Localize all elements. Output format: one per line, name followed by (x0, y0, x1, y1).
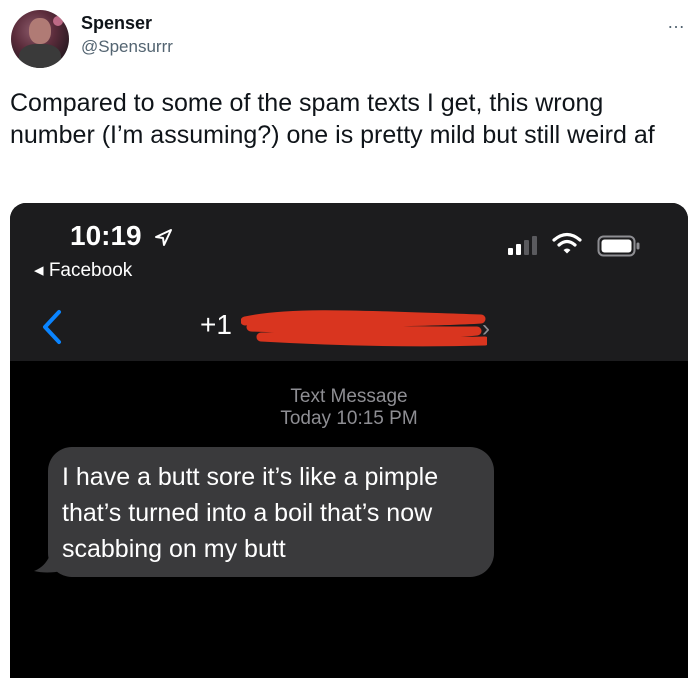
redaction-scribble (241, 310, 487, 347)
more-icon[interactable]: … (667, 12, 686, 33)
cellular-signal-icon (508, 233, 540, 255)
message-type: Text Message (290, 386, 408, 407)
message-text: I have a butt sore it’s like a pimple th… (62, 463, 439, 563)
location-arrow-icon (155, 228, 173, 246)
avatar[interactable] (11, 10, 69, 68)
user-handle[interactable]: @Spensurrr (81, 37, 173, 57)
back-to-facebook[interactable]: ◂ Facebook (34, 259, 132, 282)
wifi-icon (552, 232, 582, 254)
message-timestamp: Today 10:15 PM (280, 408, 418, 429)
imessage-navbar: 10:19 ◂ Facebook +1 › (10, 203, 688, 361)
display-name[interactable]: Spenser (81, 13, 152, 34)
status-time-group: 10:19 (70, 220, 173, 252)
attached-screenshot[interactable]: 10:19 ◂ Facebook +1 › Text Message Today… (10, 203, 688, 678)
back-chevron-icon[interactable] (40, 309, 64, 345)
tweet-header: Spenser @Spensurrr … (0, 0, 700, 80)
contact-chevron-icon[interactable]: › (482, 315, 490, 343)
contact-number[interactable]: +1 (200, 309, 232, 341)
status-time: 10:19 (70, 220, 142, 251)
battery-icon (597, 235, 640, 257)
bubble-tail (34, 547, 62, 573)
tweet-text: Compared to some of the spam texts I get… (10, 89, 655, 149)
